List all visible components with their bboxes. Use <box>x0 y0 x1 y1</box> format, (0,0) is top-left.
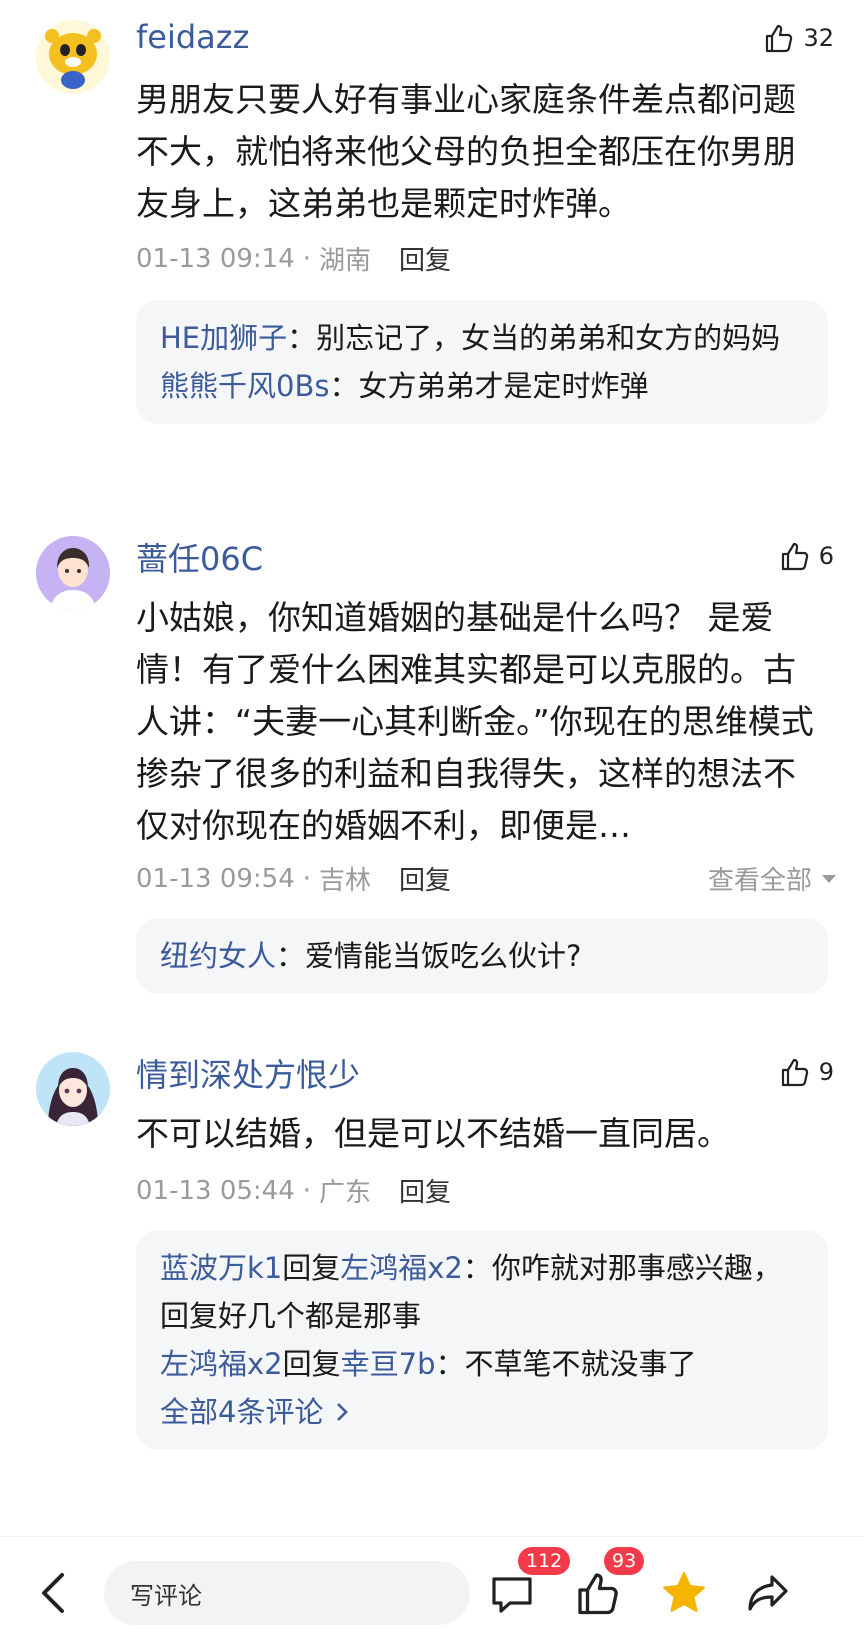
reply-text: ：不草笔不就没事了 <box>435 1347 697 1381</box>
like-count: 32 <box>803 24 834 52</box>
thumbs-up-icon[interactable] <box>574 1569 622 1617</box>
reply-author[interactable]: 蓝波万k1 <box>160 1251 282 1285</box>
timestamp: 01-13 09:14 <box>136 243 295 274</box>
reply-author[interactable]: 熊熊千风0Bs <box>160 369 329 403</box>
reply-item[interactable]: 蓝波万k1回复左鸿福x2：你咋就对那事感兴趣，回复好几个都是那事 <box>160 1244 804 1340</box>
like-count-badge: 93 <box>604 1547 645 1575</box>
like-count: 6 <box>818 542 834 570</box>
bottom-action-bar: 写评论 112 93 <box>0 1536 864 1647</box>
reply-item[interactable]: 左鸿福x2回复幸亘7b：不草笔不就没事了 <box>160 1340 804 1388</box>
like-count: 9 <box>818 1058 834 1086</box>
view-all-replies-link[interactable]: 全部4条评论 <box>160 1388 804 1436</box>
comment-text: 不可以结婚，但是可以不结婚一直同居。 <box>136 1114 730 1153</box>
reply-item[interactable]: HE加狮子：别忘记了，女当的弟弟和女方的妈妈 <box>160 314 804 362</box>
username[interactable]: feidazz <box>136 18 249 56</box>
separator-dot: · <box>302 243 312 274</box>
chevron-down-icon <box>822 874 836 883</box>
comment-meta: 01-13 09:54 · 吉林 回复 <box>136 860 451 897</box>
comment-input-placeholder: 写评论 <box>130 1581 202 1610</box>
reply-author[interactable]: HE加狮子 <box>160 321 287 355</box>
reply-author[interactable]: 纽约女人 <box>160 939 276 973</box>
reply-list: 纽约女人：爱情能当饭吃么伙计? <box>136 918 828 994</box>
comment-bubble-icon[interactable] <box>488 1569 536 1617</box>
expand-full-button[interactable]: 查看全部 <box>708 860 836 897</box>
comment-count-badge: 112 <box>518 1547 571 1575</box>
reply-item[interactable]: 纽约女人：爱情能当饭吃么伙计? <box>160 932 804 980</box>
comment-input[interactable]: 写评论 <box>104 1561 470 1625</box>
avatar[interactable] <box>36 1052 110 1126</box>
share-icon[interactable] <box>744 1569 792 1617</box>
thumbs-up-icon <box>781 542 808 571</box>
like-button[interactable]: 32 <box>763 22 834 54</box>
reply-button[interactable]: 回复 <box>399 240 451 277</box>
thumbs-up-icon <box>781 1058 808 1087</box>
avatar[interactable] <box>36 536 110 610</box>
reply-connector: 回复 <box>282 1347 341 1381</box>
back-arrow-icon[interactable] <box>36 1569 72 1617</box>
comment-meta: 01-13 09:14 · 湖南 回复 <box>136 240 451 277</box>
location: 湖南 <box>319 246 372 276</box>
separator-dot: · <box>302 1175 312 1206</box>
comment-meta: 01-13 05:44 · 广东 回复 <box>136 1172 451 1209</box>
expand-label: 查看全部 <box>707 866 812 896</box>
chevron-right-icon <box>337 1403 349 1421</box>
reply-button[interactable]: 回复 <box>399 860 451 897</box>
reply-item[interactable]: 熊熊千风0Bs：女方弟弟才是定时炸弹 <box>160 362 804 410</box>
comment-text: 男朋友只要人好有事业心家庭条件差点都问题不大，就怕将来他父母的负担全都压在你男朋… <box>136 80 796 223</box>
thumbs-up-icon <box>766 24 793 53</box>
reply-list: 蓝波万k1回复左鸿福x2：你咋就对那事感兴趣，回复好几个都是那事 左鸿福x2回复… <box>136 1230 828 1450</box>
separator-dot: · <box>302 863 312 894</box>
reply-connector: 回复 <box>282 1251 341 1285</box>
reply-target[interactable]: 幸亘7b <box>341 1347 436 1381</box>
location: 广东 <box>319 1178 372 1208</box>
reply-text: ：别忘记了，女当的弟弟和女方的妈妈 <box>287 321 781 355</box>
like-button[interactable]: 9 <box>779 1056 834 1088</box>
view-all-label: 全部4条评论 <box>160 1395 324 1429</box>
reply-target[interactable]: 左鸿福x2 <box>340 1251 463 1285</box>
reply-text: ：爱情能当饭吃么伙计? <box>276 939 582 973</box>
reply-list: HE加狮子：别忘记了，女当的弟弟和女方的妈妈 熊熊千风0Bs：女方弟弟才是定时炸… <box>136 300 828 424</box>
timestamp: 01-13 05:44 <box>136 1175 295 1206</box>
reply-author[interactable]: 左鸿福x2 <box>160 1347 283 1381</box>
avatar[interactable] <box>36 20 110 94</box>
reply-button[interactable]: 回复 <box>399 1172 451 1209</box>
reply-text: ：女方弟弟才是定时炸弹 <box>329 369 649 403</box>
username[interactable]: 情到深处方恨少 <box>136 1050 360 1096</box>
comment-text: 小姑娘，你知道婚姻的基础是什么吗？ 是爱情！有了爱什么困难其实都是可以克服的。古… <box>136 598 814 845</box>
star-favorite-icon[interactable] <box>660 1569 708 1617</box>
like-button[interactable]: 6 <box>779 540 834 572</box>
timestamp: 01-13 09:54 <box>136 863 295 894</box>
username[interactable]: 蔷任06C <box>136 534 263 580</box>
location: 吉林 <box>319 866 372 896</box>
